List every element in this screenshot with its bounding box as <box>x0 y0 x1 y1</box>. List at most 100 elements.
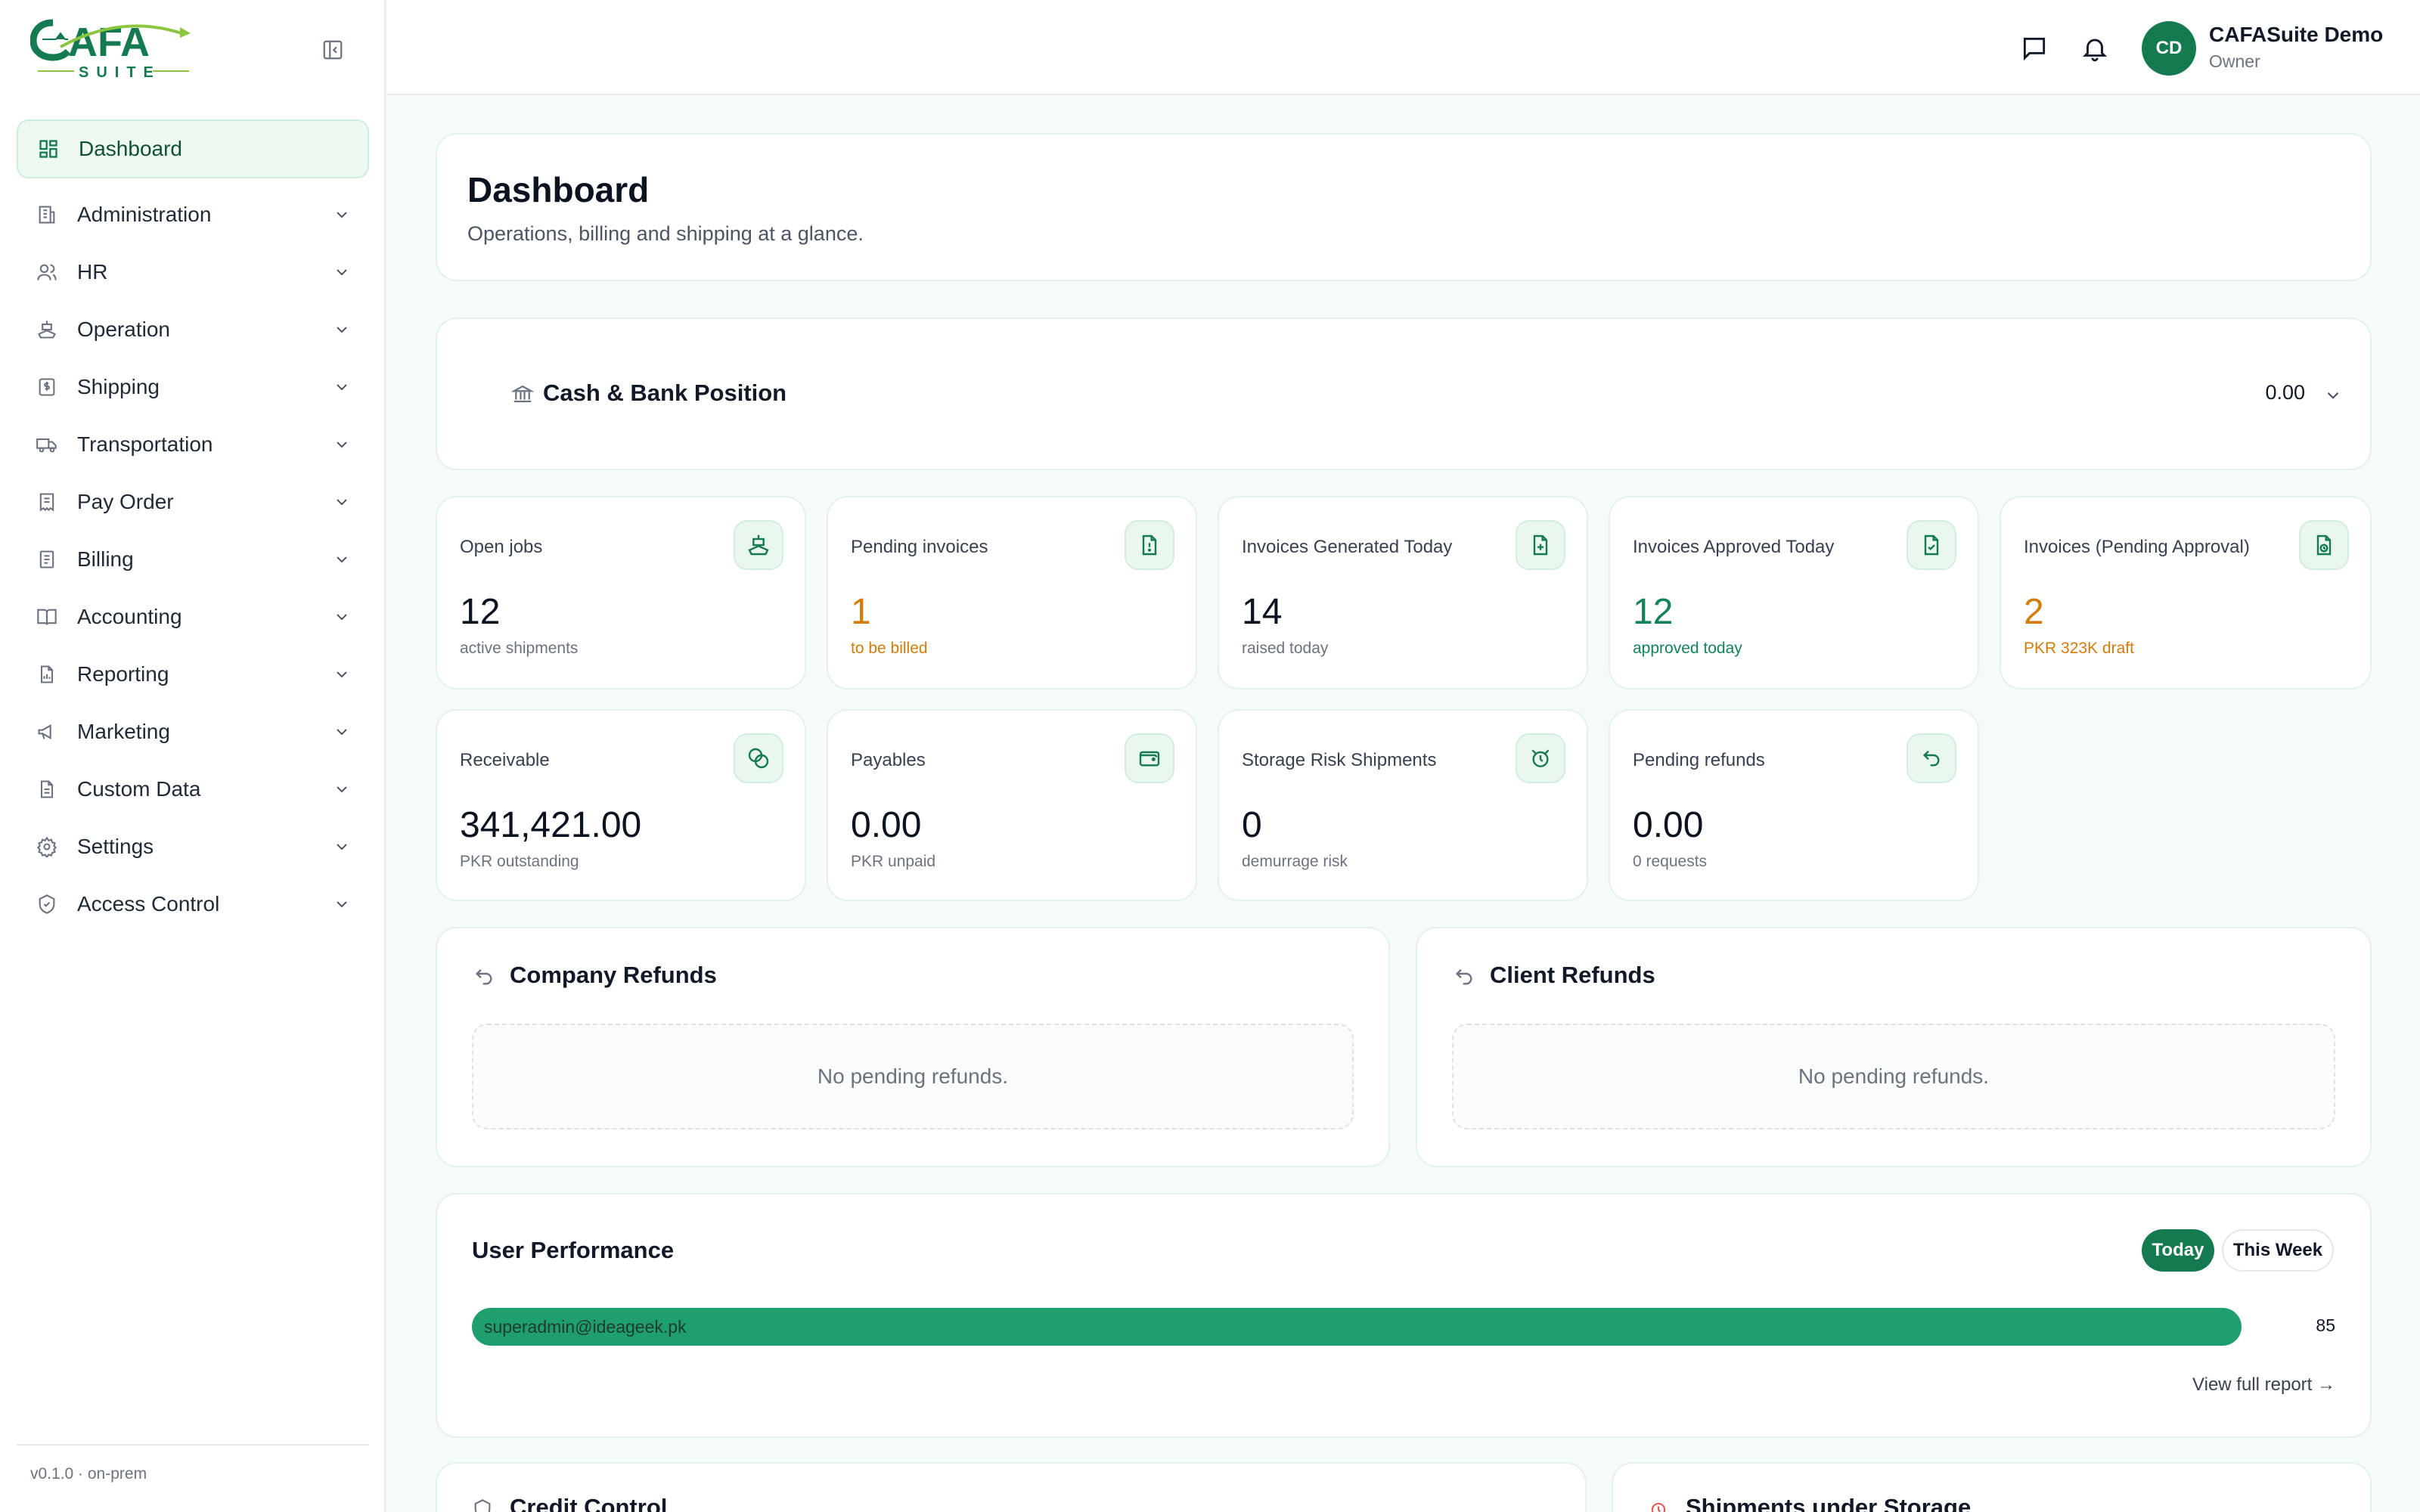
performance-bar-track: superadmin@ideageek.pk <box>472 1308 2242 1346</box>
sidebar-item-label: Accounting <box>77 605 182 628</box>
sidebar-item-custom-data[interactable]: Custom Data <box>17 761 369 818</box>
sidebar-item-marketing[interactable]: Marketing <box>17 703 369 761</box>
stat-card-receivable[interactable]: Receivable 341,421.00 PKR outstanding <box>436 709 806 901</box>
sidebar-item-reporting[interactable]: Reporting <box>17 646 369 703</box>
client-refunds-empty: No pending refunds. <box>1452 1024 2335 1129</box>
sidebar-item-label: Pay Order <box>77 490 174 513</box>
stat-card-pending-invoices[interactable]: Pending invoices 1 to be billed <box>827 496 1197 689</box>
stat-card-invoices-generated[interactable]: Invoices Generated Today 14 raised today <box>1218 496 1588 689</box>
stat-sub: PKR outstanding <box>460 853 579 870</box>
client-refunds-title: Client Refunds <box>1490 962 1655 988</box>
file-clock-icon <box>2299 520 2349 570</box>
tab-this-week[interactable]: This Week <box>2222 1229 2334 1272</box>
avatar[interactable]: CD <box>2142 21 2196 76</box>
file-check-icon <box>1907 520 1956 570</box>
sidebar-item-transportation[interactable]: Transportation <box>17 416 369 473</box>
chevron-down-icon <box>337 212 347 218</box>
chevron-down-icon <box>337 269 347 276</box>
chevron-down-icon <box>337 442 347 448</box>
cash-bank-title: Cash & Bank Position <box>543 380 787 406</box>
user-performance-card: User Performance Today This Week superad… <box>436 1193 2372 1438</box>
sidebar-item-label: Dashboard <box>79 137 182 160</box>
ship-icon <box>35 318 59 342</box>
chevron-down-icon <box>337 901 347 908</box>
shield-icon <box>35 892 59 916</box>
stat-label: Open jobs <box>460 537 543 557</box>
app-version: v0.1.0 · on-prem <box>30 1465 147 1483</box>
stat-value: 1 <box>851 592 871 632</box>
stat-card-invoices-approved[interactable]: Invoices Approved Today 12 approved toda… <box>1609 496 1979 689</box>
shipments-storage-title: Shipments under Storage <box>1686 1494 1972 1512</box>
performance-score: 85 <box>2316 1315 2335 1335</box>
file-alert-icon <box>1125 520 1174 570</box>
sidebar-divider <box>17 1444 369 1445</box>
stat-sub: to be billed <box>851 640 928 657</box>
undo-icon <box>475 968 492 985</box>
notifications-button[interactable] <box>2080 33 2110 64</box>
sidebar-item-accounting[interactable]: Accounting <box>17 588 369 646</box>
sidebar-item-label: Marketing <box>77 720 170 743</box>
stat-value: 12 <box>460 592 501 632</box>
stat-sub: PKR unpaid <box>851 853 936 870</box>
stat-label: Pending invoices <box>851 537 988 557</box>
credit-control-title: Credit Control <box>510 1494 668 1512</box>
sidebar-item-hr[interactable]: HR <box>17 243 369 301</box>
sidebar-item-label: Custom Data <box>77 777 201 801</box>
sidebar-item-label: Access Control <box>77 892 220 916</box>
tab-today[interactable]: Today <box>2142 1229 2214 1272</box>
stat-value: 0 <box>1242 805 1262 845</box>
sidebar-item-administration[interactable]: Administration <box>17 186 369 243</box>
sidebar-item-shipping[interactable]: Shipping <box>17 358 369 416</box>
user-name[interactable]: CAFASuite Demo <box>2209 23 2383 47</box>
dollar-doc-icon <box>35 375 59 399</box>
performance-user-email: superadmin@ideageek.pk <box>484 1317 687 1337</box>
page-title: Dashboard <box>467 170 650 209</box>
user-role: Owner <box>2209 51 2260 71</box>
stat-card-invoices-pending-approval[interactable]: Invoices (Pending Approval) 2 PKR 323K d… <box>2000 496 2372 689</box>
chevron-down-icon <box>337 614 347 621</box>
file-plus-icon <box>1516 520 1565 570</box>
sidebar-collapse-button[interactable] <box>318 35 348 65</box>
stat-label: Invoices Generated Today <box>1242 537 1453 557</box>
chevron-down-icon[interactable] <box>2323 386 2343 405</box>
message-square-icon <box>2023 37 2046 61</box>
truck-icon <box>35 432 59 457</box>
sidebar-item-operation[interactable]: Operation <box>17 301 369 358</box>
company-refunds-card: Company Refunds No pending refunds. <box>436 927 1390 1167</box>
billing-icon <box>35 547 59 572</box>
sidebar-item-pay-order[interactable]: Pay Order <box>17 473 369 531</box>
performance-bar-fill: superadmin@ideageek.pk <box>472 1308 2242 1346</box>
sidebar-item-dashboard[interactable]: Dashboard <box>17 119 369 178</box>
stat-card-storage-risk[interactable]: Storage Risk Shipments 0 demurrage risk <box>1218 709 1588 901</box>
shipments-storage-card: Shipments under Storage <box>1612 1462 2372 1512</box>
svg-text:SUITE: SUITE <box>79 64 161 81</box>
messages-button[interactable] <box>2019 33 2049 64</box>
sidebar-item-billing[interactable]: Billing <box>17 531 369 588</box>
stat-label: Storage Risk Shipments <box>1242 750 1437 770</box>
cash-bank-card[interactable]: Cash & Bank Position 0.00 <box>436 318 2372 470</box>
users-icon <box>35 260 59 284</box>
book-icon <box>35 605 59 629</box>
stat-card-payables[interactable]: Payables 0.00 PKR unpaid <box>827 709 1197 901</box>
stat-label: Invoices Approved Today <box>1633 537 1835 557</box>
stat-label: Payables <box>851 750 926 770</box>
stat-card-pending-refunds[interactable]: Pending refunds 0.00 0 requests <box>1609 709 1979 901</box>
ship-icon <box>734 520 783 570</box>
stat-card-open-jobs[interactable]: Open jobs 12 active shipments <box>436 496 806 689</box>
coins-icon <box>734 733 783 783</box>
sidebar-nav: Dashboard Administration HR Operation Sh… <box>17 119 369 933</box>
chevron-down-icon <box>337 499 347 506</box>
cafa-suite-logo[interactable]: AFA SUITE <box>29 17 197 82</box>
chevron-down-icon <box>337 556 347 563</box>
user-performance-title: User Performance <box>472 1237 675 1263</box>
credit-control-card: Credit Control <box>436 1462 1587 1512</box>
bank-icon <box>511 385 534 403</box>
sidebar-item-access-control[interactable]: Access Control <box>17 875 369 933</box>
sidebar-item-settings[interactable]: Settings <box>17 818 369 875</box>
view-full-report-link[interactable]: View full report → <box>2124 1374 2335 1396</box>
report-icon <box>35 662 59 686</box>
top-header <box>387 0 2420 95</box>
stat-sub: raised today <box>1242 640 1329 657</box>
stat-sub: active shipments <box>460 640 579 657</box>
stat-value: 0.00 <box>1633 805 1704 845</box>
